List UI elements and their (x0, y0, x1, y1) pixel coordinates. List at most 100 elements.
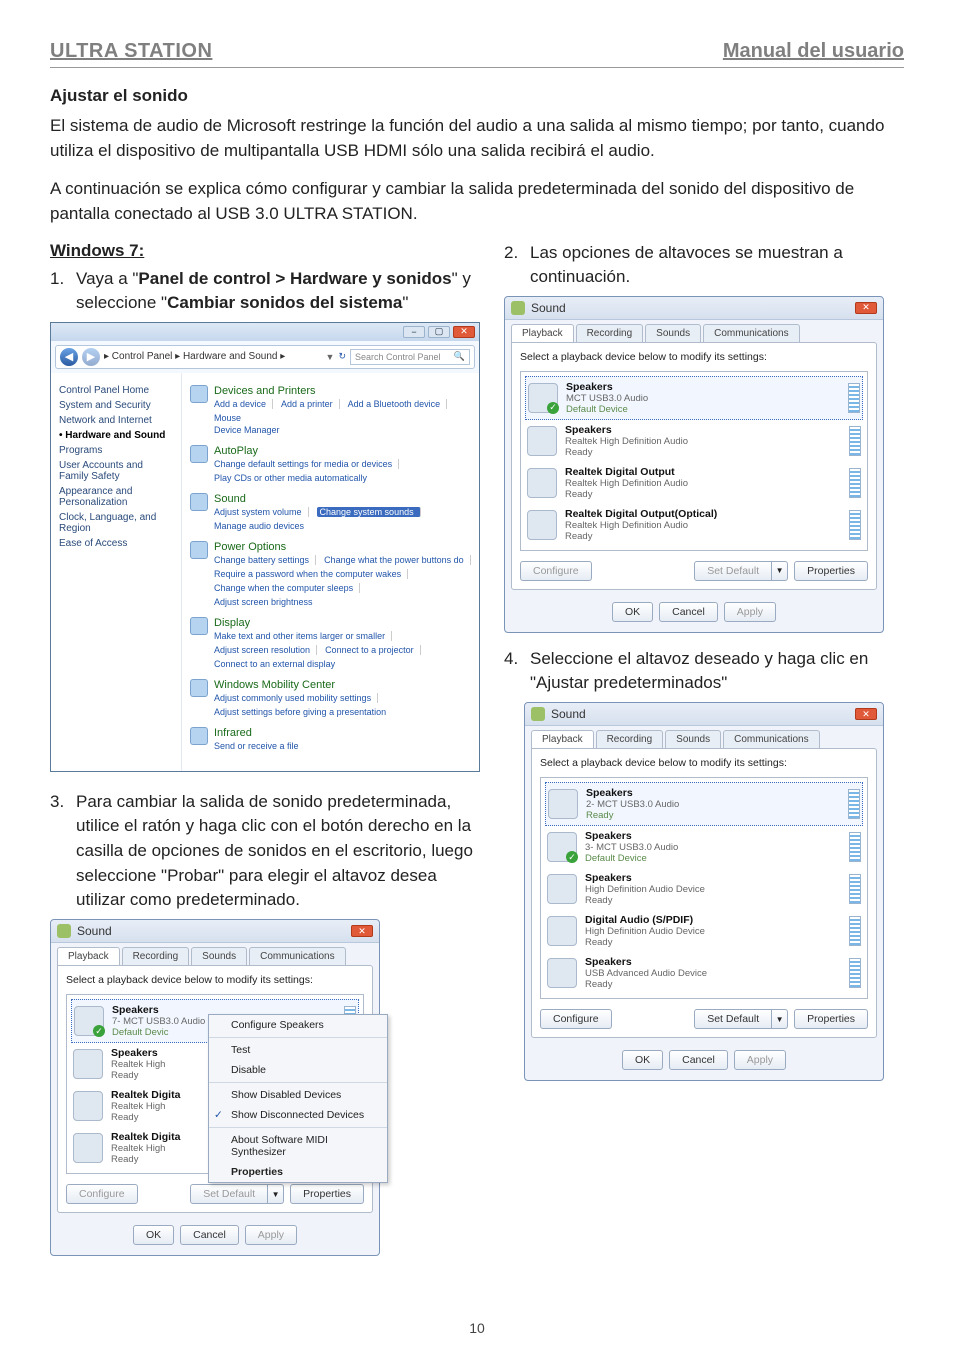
cp-group: Windows Mobility Center Adjust commonly u… (190, 679, 471, 717)
cp-side-item[interactable]: Hardware and Sound (59, 430, 173, 441)
context-menu-item[interactable]: Properties (209, 1162, 387, 1182)
apply-button[interactable]: Apply (245, 1225, 297, 1245)
cp-side-item[interactable]: User Accounts and Family Safety (59, 460, 173, 482)
cp-link[interactable]: Change when the computer sleeps (214, 583, 360, 593)
close-icon[interactable]: ✕ (351, 925, 373, 937)
cp-link[interactable]: Make text and other items larger or smal… (214, 631, 392, 641)
cp-side-item[interactable]: Programs (59, 445, 173, 456)
device-item[interactable]: Realtek Digital OutputRealtek High Defin… (525, 462, 863, 504)
cp-link[interactable]: Device Manager (214, 425, 286, 435)
chevron-down-icon[interactable]: ▼ (772, 561, 788, 581)
ok-button[interactable]: OK (622, 1050, 663, 1070)
cp-group-title[interactable]: AutoPlay (214, 445, 471, 457)
context-menu-item[interactable]: Show Disabled Devices (209, 1082, 387, 1105)
set-default-button[interactable]: Set Default ▼ (694, 561, 788, 581)
device-item[interactable]: SpeakersRealtek High Definition AudioRea… (525, 420, 863, 462)
cp-link[interactable]: Connect to a projector (325, 645, 421, 655)
cp-link[interactable]: Adjust screen resolution (214, 645, 317, 655)
tab-recording[interactable]: Recording (596, 730, 664, 748)
category-icon (190, 493, 208, 511)
context-menu-item[interactable]: Disable (209, 1060, 387, 1080)
chevron-down-icon[interactable]: ▼ (772, 1009, 788, 1029)
cp-link[interactable]: Adjust commonly used mobility settings (214, 693, 378, 703)
cp-side-item[interactable]: Appearance and Personalization (59, 486, 173, 508)
tab-sounds[interactable]: Sounds (665, 730, 721, 748)
configure-button[interactable]: Configure (66, 1184, 138, 1204)
tab-playback[interactable]: Playback (511, 324, 574, 342)
cp-link[interactable]: Require a password when the computer wak… (214, 569, 408, 579)
apply-button[interactable]: Apply (734, 1050, 786, 1070)
search-input[interactable]: Search Control Panel 🔍 (350, 349, 470, 365)
cp-link[interactable]: Add a Bluetooth device (348, 399, 448, 409)
device-item[interactable]: Digital Audio (S/PDIF)High Definition Au… (545, 910, 863, 952)
cp-link[interactable]: Adjust system volume (214, 507, 309, 517)
tab-communications[interactable]: Communications (249, 947, 345, 965)
cp-link[interactable]: Adjust settings before giving a presenta… (214, 707, 392, 717)
cp-group-title[interactable]: Sound (214, 493, 471, 505)
tab-playback[interactable]: Playback (531, 730, 594, 748)
configure-button[interactable]: Configure (520, 561, 592, 581)
cp-group-title[interactable]: Devices and Printers (214, 385, 471, 397)
properties-button[interactable]: Properties (794, 561, 868, 581)
tab-communications[interactable]: Communications (703, 324, 799, 342)
device-item[interactable]: SpeakersUSB Advanced Audio DeviceReady (545, 952, 863, 994)
cp-group-title[interactable]: Power Options (214, 541, 471, 553)
properties-button[interactable]: Properties (290, 1184, 364, 1204)
cp-link[interactable]: Play CDs or other media automatically (214, 473, 373, 483)
cp-side-item[interactable]: Network and Internet (59, 415, 173, 426)
cp-link[interactable]: Send or receive a file (214, 741, 305, 751)
context-menu-item[interactable]: About Software MIDI Synthesizer (209, 1127, 387, 1162)
ok-button[interactable]: OK (133, 1225, 174, 1245)
cp-group-title[interactable]: Windows Mobility Center (214, 679, 471, 691)
cp-link[interactable]: Change what the power buttons do (324, 555, 471, 565)
apply-button[interactable]: Apply (724, 602, 776, 622)
tab-sounds[interactable]: Sounds (191, 947, 247, 965)
cp-side-item[interactable]: System and Security (59, 400, 173, 411)
cp-side-item[interactable]: Clock, Language, and Region (59, 512, 173, 534)
cp-group-title[interactable]: Display (214, 617, 471, 629)
cp-group-title[interactable]: Infrared (214, 727, 471, 739)
context-menu-item[interactable]: Configure Speakers (209, 1015, 387, 1035)
tab-communications[interactable]: Communications (723, 730, 819, 748)
tab-sounds[interactable]: Sounds (645, 324, 701, 342)
cp-link[interactable]: Add a printer (281, 399, 340, 409)
cancel-button[interactable]: Cancel (669, 1050, 728, 1070)
cp-link[interactable]: Mouse (214, 413, 247, 423)
close-icon[interactable]: ✕ (855, 708, 877, 720)
sd4-titlebar: Sound ✕ (525, 703, 883, 726)
maximize-icon[interactable]: ▢ (428, 326, 450, 338)
cp-side-item[interactable]: Control Panel Home (59, 385, 173, 396)
configure-button[interactable]: Configure (540, 1009, 612, 1029)
cp-side-item[interactable]: Ease of Access (59, 538, 173, 549)
device-item[interactable]: Speakers2- MCT USB3.0 AudioReady (545, 782, 863, 826)
cancel-button[interactable]: Cancel (180, 1225, 239, 1245)
minimize-icon[interactable]: − (403, 326, 425, 338)
context-menu-item[interactable]: Test (209, 1037, 387, 1060)
set-default-button[interactable]: Set Default ▼ (190, 1184, 284, 1204)
cp-link[interactable]: Change default settings for media or dev… (214, 459, 399, 469)
forward-icon[interactable]: ▶ (82, 348, 100, 366)
cp-link[interactable]: Manage audio devices (214, 521, 310, 531)
back-icon[interactable]: ◀ (60, 348, 78, 366)
device-item[interactable]: SpeakersHigh Definition Audio DeviceRead… (545, 868, 863, 910)
tab-recording[interactable]: Recording (122, 947, 190, 965)
tab-playback[interactable]: Playback (57, 947, 120, 965)
cp-link-highlighted[interactable]: Change system sounds (317, 507, 421, 517)
cp-link[interactable]: Adjust screen brightness (214, 597, 319, 607)
cp-link[interactable]: Add a device (214, 399, 273, 409)
close-icon[interactable]: ✕ (453, 326, 475, 338)
device-item[interactable]: Speakers3- MCT USB3.0 AudioDefault Devic… (545, 826, 863, 868)
cp-link[interactable]: Connect to an external display (214, 659, 341, 669)
ok-button[interactable]: OK (612, 602, 653, 622)
cp-link[interactable]: Change battery settings (214, 555, 316, 565)
cancel-button[interactable]: Cancel (659, 602, 718, 622)
chevron-down-icon[interactable]: ▼ (268, 1184, 284, 1204)
device-item[interactable]: Realtek Digital Output(Optical)Realtek H… (525, 504, 863, 546)
breadcrumb[interactable]: ▸ Control Panel ▸ Hardware and Sound ▸ (104, 351, 322, 362)
properties-button[interactable]: Properties (794, 1009, 868, 1029)
device-item[interactable]: SpeakersMCT USB3.0 AudioDefault Device (525, 376, 863, 420)
set-default-button[interactable]: Set Default ▼ (694, 1009, 788, 1029)
close-icon[interactable]: ✕ (855, 302, 877, 314)
context-menu-item[interactable]: ✓Show Disconnected Devices (209, 1105, 387, 1125)
tab-recording[interactable]: Recording (576, 324, 644, 342)
